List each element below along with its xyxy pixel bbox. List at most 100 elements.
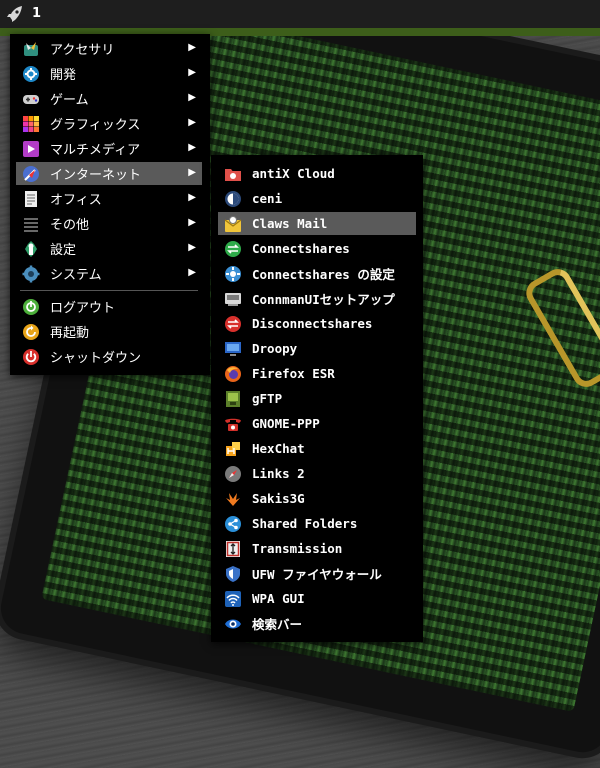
menu-item-label: グラフィックス [50,118,141,133]
hexchat-icon [224,440,242,458]
gftp-icon [224,390,242,408]
development-icon [22,65,40,83]
cloud-folder-icon [224,165,242,183]
phone-icon [224,415,242,433]
submenu-item-label: HexChat [252,441,305,456]
submenu-item-label: Connectshares [252,241,350,256]
submenu-item-label: WPA GUI [252,591,305,606]
submenu-item-wpa-gui[interactable]: WPA GUI [218,587,416,610]
submenu-item-hexchat[interactable]: HexChat [218,437,416,460]
menu-item-settings[interactable]: 設定 ▶ [16,237,202,260]
submenu-item-claws-mail[interactable]: Claws Mail [218,212,416,235]
submenu-arrow-icon: ▶ [188,117,196,128]
menu-item-logout[interactable]: ログアウト [16,295,202,318]
submenu-arrow-icon: ▶ [188,167,196,178]
menu-item-internet[interactable]: インターネット ▶ [16,162,202,185]
menu-item-label: マルチメディア [50,143,141,158]
multimedia-icon [22,140,40,158]
submenu-item-links-2[interactable]: Links 2 [218,462,416,485]
internet-submenu: antiX Cloud ceni Claws Mail Connectshare… [211,155,423,642]
workspace-number[interactable]: 1 [32,6,41,21]
settings-icon [22,240,40,258]
submenu-item-gftp[interactable]: gFTP [218,387,416,410]
main-menu: アクセサリ ▶ 開発 ▶ ゲーム ▶ グラフィックス ▶ マルチメディア ▶ イ… [10,34,210,375]
sakis3g-icon [224,490,242,508]
submenu-item-label: Claws Mail [252,216,328,231]
menu-item-label: その他 [50,218,90,233]
submenu-item-label: Disconnectshares [252,316,373,331]
graphics-icon [22,115,40,133]
submenu-item-disconnectshares[interactable]: Disconnectshares [218,312,416,335]
submenu-arrow-icon: ▶ [188,142,196,153]
transmission-icon [224,540,242,558]
menu-item-restart[interactable]: 再起動 [16,320,202,343]
submenu-item-antix-cloud[interactable]: antiX Cloud [218,162,416,185]
connectshares-icon [224,240,242,258]
submenu-item-label: Shared Folders [252,516,358,531]
submenu-item-connman-setup[interactable]: ConnmanUIセットアップ [218,287,416,310]
submenu-item-connectshares-config[interactable]: Connectshares の設定 [218,262,416,285]
network-card-icon [224,290,242,308]
submenu-item-label: Firefox ESR [252,366,335,381]
menu-item-multimedia[interactable]: マルチメディア ▶ [16,137,202,160]
menu-item-label: ゲーム [50,93,89,108]
menu-item-label: シャットダウン [50,351,142,366]
menu-item-graphics[interactable]: グラフィックス ▶ [16,112,202,135]
submenu-item-droopy[interactable]: Droopy [218,337,416,360]
menu-item-shutdown[interactable]: シャットダウン [16,345,202,368]
submenu-item-label: ceni [252,191,283,206]
restart-icon [22,323,40,341]
submenu-item-ceni[interactable]: ceni [218,187,416,210]
submenu-item-label: Connectshares の設定 [252,267,395,282]
system-icon [22,265,40,283]
submenu-item-label: UFW ファイヤウォール [252,567,382,582]
logout-icon [22,298,40,316]
submenu-item-ufw-firewall[interactable]: UFW ファイヤウォール [218,562,416,585]
submenu-arrow-icon: ▶ [188,267,196,278]
monitor-icon [224,340,242,358]
shutdown-icon [22,348,40,366]
submenu-item-label: Sakis3G [252,491,305,506]
menu-item-label: システム [50,268,102,283]
menu-item-label: 設定 [50,243,77,258]
submenu-item-sakis3g[interactable]: Sakis3G [218,487,416,510]
submenu-item-label: ConnmanUIセットアップ [252,292,395,307]
submenu-item-search-bar[interactable]: 検索バー [218,612,416,635]
menu-item-other[interactable]: その他 ▶ [16,212,202,235]
submenu-item-label: antiX Cloud [252,166,335,181]
submenu-item-label: gFTP [252,391,283,406]
firefox-icon [224,365,242,383]
ceni-icon [224,190,242,208]
rocket-icon[interactable] [6,5,24,23]
submenu-item-transmission[interactable]: Transmission [218,537,416,560]
shield-icon [224,565,242,583]
submenu-arrow-icon: ▶ [188,192,196,203]
submenu-item-gnome-ppp[interactable]: GNOME-PPP [218,412,416,435]
submenu-item-label: Transmission [252,541,343,556]
menu-item-accessories[interactable]: アクセサリ ▶ [16,37,202,60]
accessories-icon [22,40,40,58]
menu-item-label: アクセサリ [50,43,115,58]
connectshares-config-icon [224,265,242,283]
menu-item-development[interactable]: 開発 ▶ [16,62,202,85]
submenu-item-shared-folders[interactable]: Shared Folders [218,512,416,535]
submenu-item-label: GNOME-PPP [252,416,320,431]
submenu-item-connectshares[interactable]: Connectshares [218,237,416,260]
menu-item-label: オフィス [50,193,102,208]
submenu-item-label: Links 2 [252,466,305,481]
submenu-arrow-icon: ▶ [188,67,196,78]
submenu-item-label: Droopy [252,341,298,356]
menu-item-office[interactable]: オフィス ▶ [16,187,202,210]
submenu-arrow-icon: ▶ [188,242,196,253]
menu-item-label: インターネット [50,168,142,183]
menu-item-games[interactable]: ゲーム ▶ [16,87,202,110]
submenu-item-label: 検索バー [252,617,303,632]
menu-item-system[interactable]: システム ▶ [16,262,202,285]
compass-icon [224,465,242,483]
gamepad-icon [22,90,40,108]
other-icon [22,215,40,233]
menu-item-label: 再起動 [50,326,90,341]
submenu-item-firefox-esr[interactable]: Firefox ESR [218,362,416,385]
menu-item-label: ログアウト [50,301,116,316]
office-icon [22,190,40,208]
